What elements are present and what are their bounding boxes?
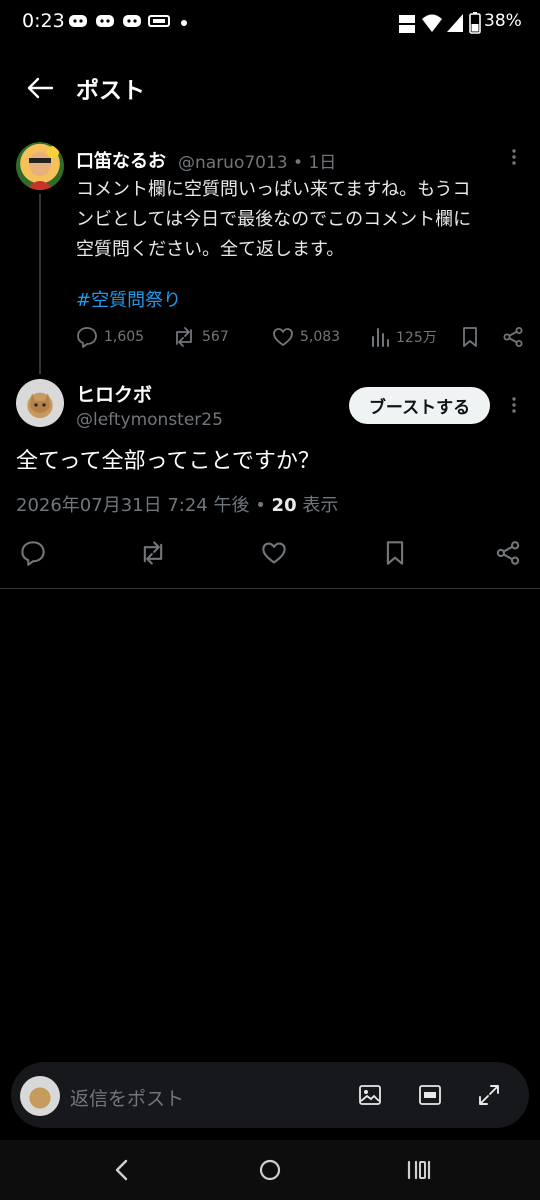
bar-chart-icon bbox=[370, 326, 390, 348]
view-count: 20 bbox=[271, 495, 297, 516]
discord-icon bbox=[68, 12, 88, 30]
reply-button[interactable] bbox=[20, 540, 46, 566]
divider bbox=[0, 588, 540, 589]
share-button[interactable] bbox=[502, 325, 524, 349]
post-text: コメント欄に空質問いっぱい来てますね。もうコ ンビとしては今日で最後なのでこのコ… bbox=[76, 175, 526, 265]
boost-button[interactable]: ブーストする bbox=[349, 387, 490, 424]
battery-icon bbox=[469, 12, 481, 34]
bookmark-button[interactable] bbox=[460, 325, 480, 349]
like-button[interactable]: 5,083 bbox=[272, 325, 340, 349]
arrow-left-icon bbox=[26, 76, 54, 100]
post-date: 2026年07月31日 7:24 午後 • bbox=[16, 495, 272, 516]
expand-icon bbox=[477, 1083, 501, 1107]
post-text: 全てって全部ってことですか？ bbox=[16, 449, 320, 474]
post-text-line: ンビとしては今日で最後なのでこのコメント欄に bbox=[76, 209, 472, 230]
author-handle: @naruo7013 • 1日 bbox=[178, 153, 337, 173]
heart-icon bbox=[272, 326, 294, 348]
avatar bbox=[20, 1076, 60, 1116]
share-button[interactable] bbox=[495, 540, 521, 566]
hashtag-link[interactable]: #空質問祭り bbox=[76, 286, 181, 312]
view-label: 表示 bbox=[296, 495, 339, 516]
image-icon bbox=[358, 1083, 382, 1107]
recents-icon bbox=[406, 1158, 432, 1182]
reply-input[interactable]: 返信をポスト bbox=[70, 1084, 184, 1111]
home-circle-icon bbox=[258, 1158, 282, 1182]
views-button[interactable]: 125万 bbox=[370, 325, 437, 349]
like-button[interactable] bbox=[261, 540, 287, 566]
repost-icon bbox=[139, 540, 167, 566]
repost-icon bbox=[172, 326, 196, 348]
author-name[interactable]: 口笛なるお bbox=[76, 147, 166, 173]
reply-icon bbox=[76, 326, 98, 348]
back-button[interactable] bbox=[26, 76, 54, 100]
repost-count: 567 bbox=[202, 329, 229, 345]
thread-line bbox=[39, 194, 41, 374]
avatar[interactable] bbox=[16, 142, 64, 190]
chevron-left-icon bbox=[112, 1158, 132, 1182]
reply-count: 1,605 bbox=[104, 329, 145, 345]
more-options-button[interactable] bbox=[506, 147, 522, 167]
share-icon bbox=[495, 540, 521, 566]
gif-button[interactable] bbox=[418, 1083, 442, 1107]
bookmark-button[interactable] bbox=[383, 540, 407, 566]
more-options-button[interactable] bbox=[506, 395, 522, 415]
more-vertical-icon bbox=[506, 147, 522, 167]
reply-icon bbox=[20, 540, 46, 566]
nav-recents-button[interactable] bbox=[406, 1158, 432, 1182]
wifi-icon bbox=[421, 13, 443, 33]
expand-button[interactable] bbox=[477, 1083, 501, 1107]
page-title: ポスト bbox=[76, 78, 145, 104]
author-handle: @leftymonster25 bbox=[76, 410, 223, 430]
heart-icon bbox=[261, 540, 287, 566]
bookmark-icon bbox=[383, 540, 407, 566]
status-bar: 0:23 38% bbox=[0, 0, 540, 48]
nav-back-button[interactable] bbox=[112, 1158, 132, 1182]
post-meta: 2026年07月31日 7:24 午後 • 20 表示 bbox=[16, 491, 338, 517]
author-name[interactable]: ヒロクボ bbox=[76, 380, 152, 407]
signal-icon bbox=[446, 13, 464, 33]
repost-button[interactable]: 567 bbox=[172, 325, 229, 349]
image-button[interactable] bbox=[358, 1083, 382, 1107]
more-vertical-icon bbox=[506, 395, 522, 415]
status-time: 0:23 bbox=[22, 10, 65, 32]
avatar[interactable] bbox=[16, 379, 64, 427]
discord-icon bbox=[95, 12, 115, 30]
nav-home-button[interactable] bbox=[258, 1158, 282, 1182]
like-count: 5,083 bbox=[300, 329, 341, 345]
volte-icon bbox=[398, 14, 416, 34]
bookmark-icon bbox=[460, 326, 480, 348]
discord-icon bbox=[122, 12, 142, 30]
repost-button[interactable] bbox=[139, 540, 167, 566]
battery-percent: 38% bbox=[484, 11, 522, 31]
gif-icon bbox=[418, 1083, 442, 1107]
reply-button[interactable]: 1,605 bbox=[76, 325, 144, 349]
dot-icon bbox=[180, 19, 188, 27]
post-text-line: 空質問ください。全て返します。 bbox=[76, 239, 345, 260]
smartnews-icon bbox=[148, 12, 170, 30]
share-icon bbox=[502, 326, 524, 348]
view-count: 125万 bbox=[396, 330, 437, 346]
post-text-line: コメント欄に空質問いっぱい来てますね。もうコ bbox=[76, 179, 471, 200]
